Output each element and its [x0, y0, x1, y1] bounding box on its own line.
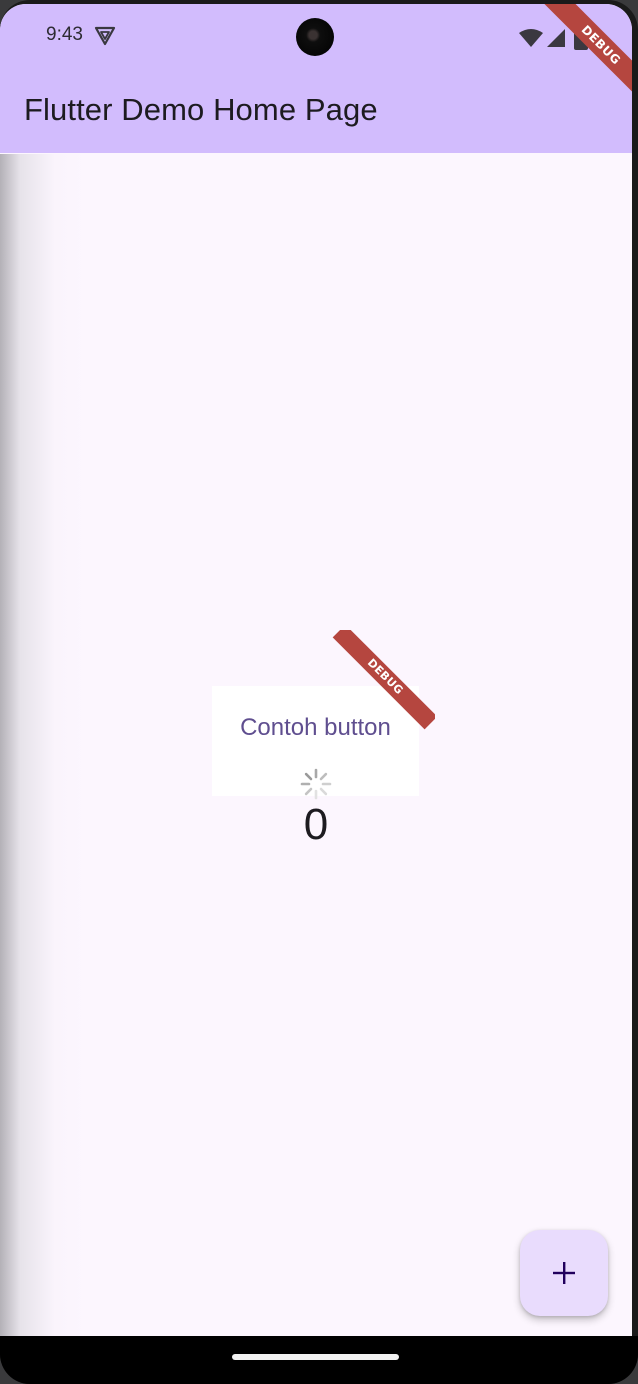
spinner-icon: [300, 768, 332, 800]
app-bar: 9:43 Flutter Demo Home Page DEBUG: [0, 4, 632, 153]
debug-banner-button-label: DEBUG: [332, 630, 435, 730]
plus-icon: [553, 1262, 575, 1284]
home-indicator[interactable]: [232, 1354, 399, 1360]
counter-value: 0: [303, 800, 329, 849]
debug-banner-label: DEBUG: [540, 4, 632, 106]
debug-banner-button: DEBUG: [330, 630, 435, 734]
system-nav-bar: [0, 1336, 638, 1384]
debug-banner-corner: DEBUG: [518, 4, 632, 124]
increment-fab[interactable]: [520, 1230, 608, 1316]
status-time: 9:43: [46, 24, 83, 45]
device-frame: 9:43 Flutter Demo Home Page DEBUG Contoh…: [0, 0, 638, 1384]
app-screen: 9:43 Flutter Demo Home Page DEBUG Contoh…: [0, 4, 632, 1336]
edge-shadow: [0, 154, 90, 1336]
vpn-shield-icon: [94, 26, 116, 46]
front-camera: [296, 18, 334, 56]
app-bar-title: Flutter Demo Home Page: [24, 92, 378, 127]
